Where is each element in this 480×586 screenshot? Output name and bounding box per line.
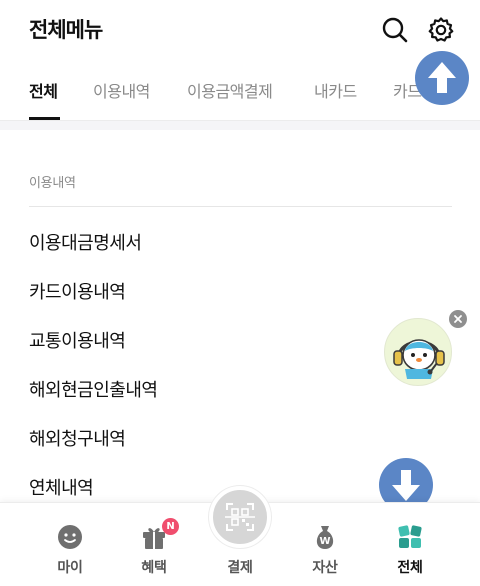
menu-item-overseas-billing[interactable]: 해외청구내역 [29, 425, 126, 451]
mascot-chatbot-icon [393, 339, 445, 379]
category-tabs: 전체 이용내역 이용금액결제 내카드 카드 [0, 60, 480, 120]
nav-assets[interactable]: W 자산 [285, 503, 365, 586]
pay-qr-button[interactable] [209, 486, 271, 548]
top-header: 전체메뉴 [0, 0, 480, 60]
nav-benefits[interactable]: 혜택 [114, 503, 194, 586]
menu-item-transit-usage[interactable]: 교통이용내역 [29, 327, 126, 353]
scroll-up-button[interactable] [415, 51, 469, 105]
nav-assets-label: 자산 [312, 560, 338, 576]
arrow-up-icon [428, 62, 456, 93]
close-icon [454, 315, 462, 323]
section-divider [0, 120, 480, 130]
nav-payment-label: 결제 [227, 560, 253, 576]
tab-my-card[interactable]: 내카드 [314, 78, 357, 102]
settings-button[interactable] [427, 16, 455, 44]
tab-all[interactable]: 전체 [29, 78, 58, 102]
svg-text:W: W [319, 536, 330, 547]
smile-face-icon [58, 525, 82, 549]
tab-usage-history[interactable]: 이용내역 [93, 78, 150, 102]
menu-item-statement[interactable]: 이용대금명세서 [29, 229, 142, 255]
section-divider-line [29, 206, 452, 207]
tab-payment[interactable]: 이용금액결제 [187, 78, 273, 102]
nav-my-label: 마이 [57, 560, 83, 576]
chatbot-mascot-button[interactable] [384, 318, 452, 386]
all-menu-icon [398, 525, 422, 548]
notification-badge: N [162, 518, 179, 535]
menu-item-card-usage[interactable]: 카드이용내역 [29, 278, 126, 304]
gear-icon [428, 17, 454, 42]
nav-benefits-label: 혜택 [141, 560, 167, 576]
section-title: 이용내역 [29, 176, 76, 191]
menu-item-overseas-withdrawal[interactable]: 해외현금인출내역 [29, 376, 158, 402]
page-title: 전체메뉴 [29, 18, 103, 42]
nav-all-label: 전체 [397, 560, 423, 576]
search-button[interactable] [381, 16, 409, 44]
menu-item-overdue[interactable]: 연체내역 [29, 474, 94, 500]
money-bag-icon: W [316, 526, 334, 549]
nav-all[interactable]: 전체 [370, 503, 450, 586]
mascot-close-button[interactable] [449, 310, 467, 328]
nav-my[interactable]: 마이 [30, 503, 110, 586]
qr-code-icon [225, 503, 255, 531]
search-icon [382, 17, 408, 43]
